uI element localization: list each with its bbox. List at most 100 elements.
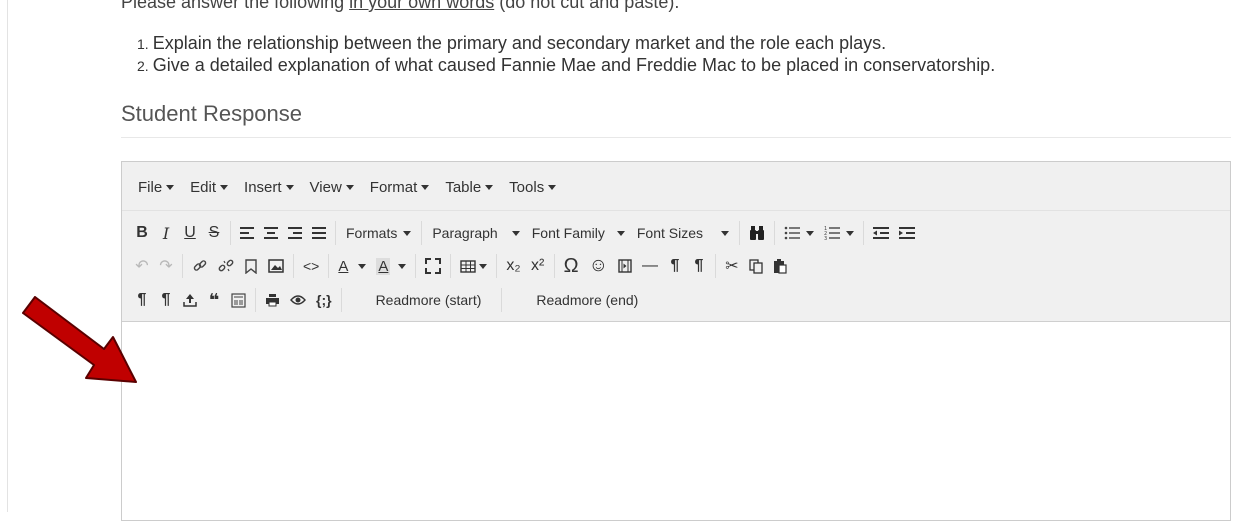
special-character-button[interactable]: Ω — [559, 253, 584, 279]
font-family-dropdown[interactable]: Font Family — [526, 220, 631, 246]
rtl-button[interactable]: ¶ — [687, 253, 711, 279]
copy-icon — [749, 258, 763, 274]
font-sizes-label: Font Sizes — [636, 225, 703, 241]
chevron-down-icon — [846, 230, 854, 236]
menu-label: View — [309, 178, 342, 196]
anchor-button[interactable] — [239, 253, 263, 279]
find-replace-button[interactable] — [744, 220, 770, 246]
chevron-down-icon — [285, 184, 294, 190]
toolbar-separator — [739, 221, 740, 245]
menu-label: Format — [369, 178, 418, 196]
visual-chars-button[interactable]: ¶ — [154, 287, 178, 313]
horizontal-rule-button[interactable]: — — [637, 253, 663, 279]
toolbar-separator — [293, 254, 294, 278]
menu-edit[interactable]: Edit — [190, 176, 229, 198]
fullscreen-button[interactable] — [420, 253, 446, 279]
insert-image-button[interactable] — [263, 253, 289, 279]
toolbar-separator — [714, 254, 716, 278]
chevron-down-icon — [479, 263, 488, 269]
toolbar-separator — [774, 221, 775, 245]
table-button[interactable] — [455, 253, 492, 279]
strikethrough-button[interactable]: S — [202, 220, 226, 246]
paste-button[interactable] — [768, 253, 792, 279]
instructions-text: Please answer the following in your own … — [121, 0, 679, 13]
menu-file[interactable]: File — [138, 176, 175, 198]
numbered-list-button[interactable]: 123 — [819, 220, 859, 246]
question-text: Give a detailed explanation of what caus… — [152, 55, 996, 75]
red-arrow-annotation — [22, 296, 137, 383]
align-right-button[interactable] — [283, 220, 307, 246]
cut-button[interactable]: ✂ — [720, 253, 744, 279]
unlink-button[interactable] — [213, 253, 239, 279]
upload-button[interactable] — [178, 287, 202, 313]
underline-icon: U — [184, 224, 196, 241]
source-code-button[interactable]: {;} — [311, 287, 337, 313]
paragraph-dropdown[interactable]: Paragraph — [426, 220, 525, 246]
code-sample-button[interactable]: <> — [298, 253, 324, 279]
toolbar-separator — [863, 221, 864, 245]
formats-dropdown[interactable]: Formats — [340, 220, 417, 246]
print-button[interactable] — [260, 287, 285, 313]
formats-label: Formats — [346, 225, 398, 241]
print-icon — [266, 294, 279, 307]
instructions-prefix: Please answer the following — [121, 0, 350, 12]
question-text: Explain the relationship between the pri… — [152, 33, 887, 53]
editor-toolbar-area: File Edit Insert View Format Table Tools… — [122, 162, 1230, 322]
page-left-border — [7, 0, 8, 512]
strikethrough-icon: S — [208, 224, 220, 241]
chevron-down-icon — [511, 230, 520, 236]
preview-button[interactable] — [285, 287, 311, 313]
bookmark-icon — [245, 258, 257, 274]
toolbar-separator — [496, 254, 498, 278]
bold-icon: B — [136, 224, 148, 241]
subscript-button[interactable]: x₂ — [501, 253, 525, 279]
menu-tools[interactable]: Tools — [509, 176, 557, 198]
copy-button[interactable] — [744, 253, 768, 279]
align-center-button[interactable] — [259, 220, 283, 246]
insert-template-button[interactable] — [226, 287, 251, 313]
superscript-button[interactable]: x² — [526, 253, 550, 279]
insert-link-button[interactable] — [187, 253, 213, 279]
menu-view[interactable]: View — [310, 176, 354, 198]
outdent-button[interactable] — [868, 220, 894, 246]
background-color-button[interactable]: A — [371, 253, 411, 279]
redo-icon: ↷ — [159, 258, 173, 275]
readmore-end-button[interactable]: Readmore (end) — [506, 287, 654, 313]
instructions-suffix: (do not cut and paste). — [494, 0, 680, 12]
eye-icon — [290, 295, 306, 305]
redo-button[interactable]: ↷ — [154, 253, 178, 279]
editor-content-area[interactable] — [122, 322, 1230, 520]
ltr-button[interactable]: ¶ — [663, 253, 687, 279]
paragraph-label: Paragraph — [432, 225, 498, 241]
rtl-icon: ¶ — [694, 257, 704, 274]
readmore-start-label: Readmore (start) — [375, 292, 482, 308]
undo-button[interactable]: ↶ — [130, 253, 154, 279]
italic-button[interactable]: I — [154, 220, 178, 246]
align-left-button[interactable] — [235, 220, 259, 246]
insert-media-button[interactable] — [613, 253, 637, 279]
indent-icon — [899, 227, 915, 239]
readmore-start-button[interactable]: Readmore (start) — [346, 287, 498, 313]
menu-insert[interactable]: Insert — [244, 176, 294, 198]
menu-format[interactable]: Format — [370, 176, 430, 198]
smiley-icon: ☺ — [588, 255, 608, 276]
svg-text:3: 3 — [824, 236, 827, 241]
quote-icon: ❝ — [208, 289, 220, 310]
bullet-list-button[interactable] — [779, 220, 819, 246]
emoticons-button[interactable]: ☺ — [584, 253, 613, 279]
chevron-down-icon — [166, 184, 175, 190]
toolbar-separator — [450, 254, 452, 278]
toolbar-row-3: ¶ ¶ ❝ {;} Readmore (start) Readmore (end… — [130, 287, 654, 313]
font-sizes-dropdown[interactable]: Font Sizes — [631, 220, 735, 246]
underline-button[interactable]: U — [178, 220, 202, 246]
bold-button[interactable]: B — [130, 220, 154, 246]
chevron-down-icon — [220, 184, 229, 190]
indent-button[interactable] — [894, 220, 920, 246]
menu-table[interactable]: Table — [445, 176, 494, 198]
blockquote-button[interactable]: ❝ — [202, 287, 226, 313]
justify-button[interactable] — [307, 220, 331, 246]
upload-icon — [183, 294, 197, 307]
horizontal-line-icon: — — [641, 257, 658, 274]
toolbar-separator — [255, 288, 256, 312]
text-color-button[interactable]: A — [333, 253, 371, 279]
